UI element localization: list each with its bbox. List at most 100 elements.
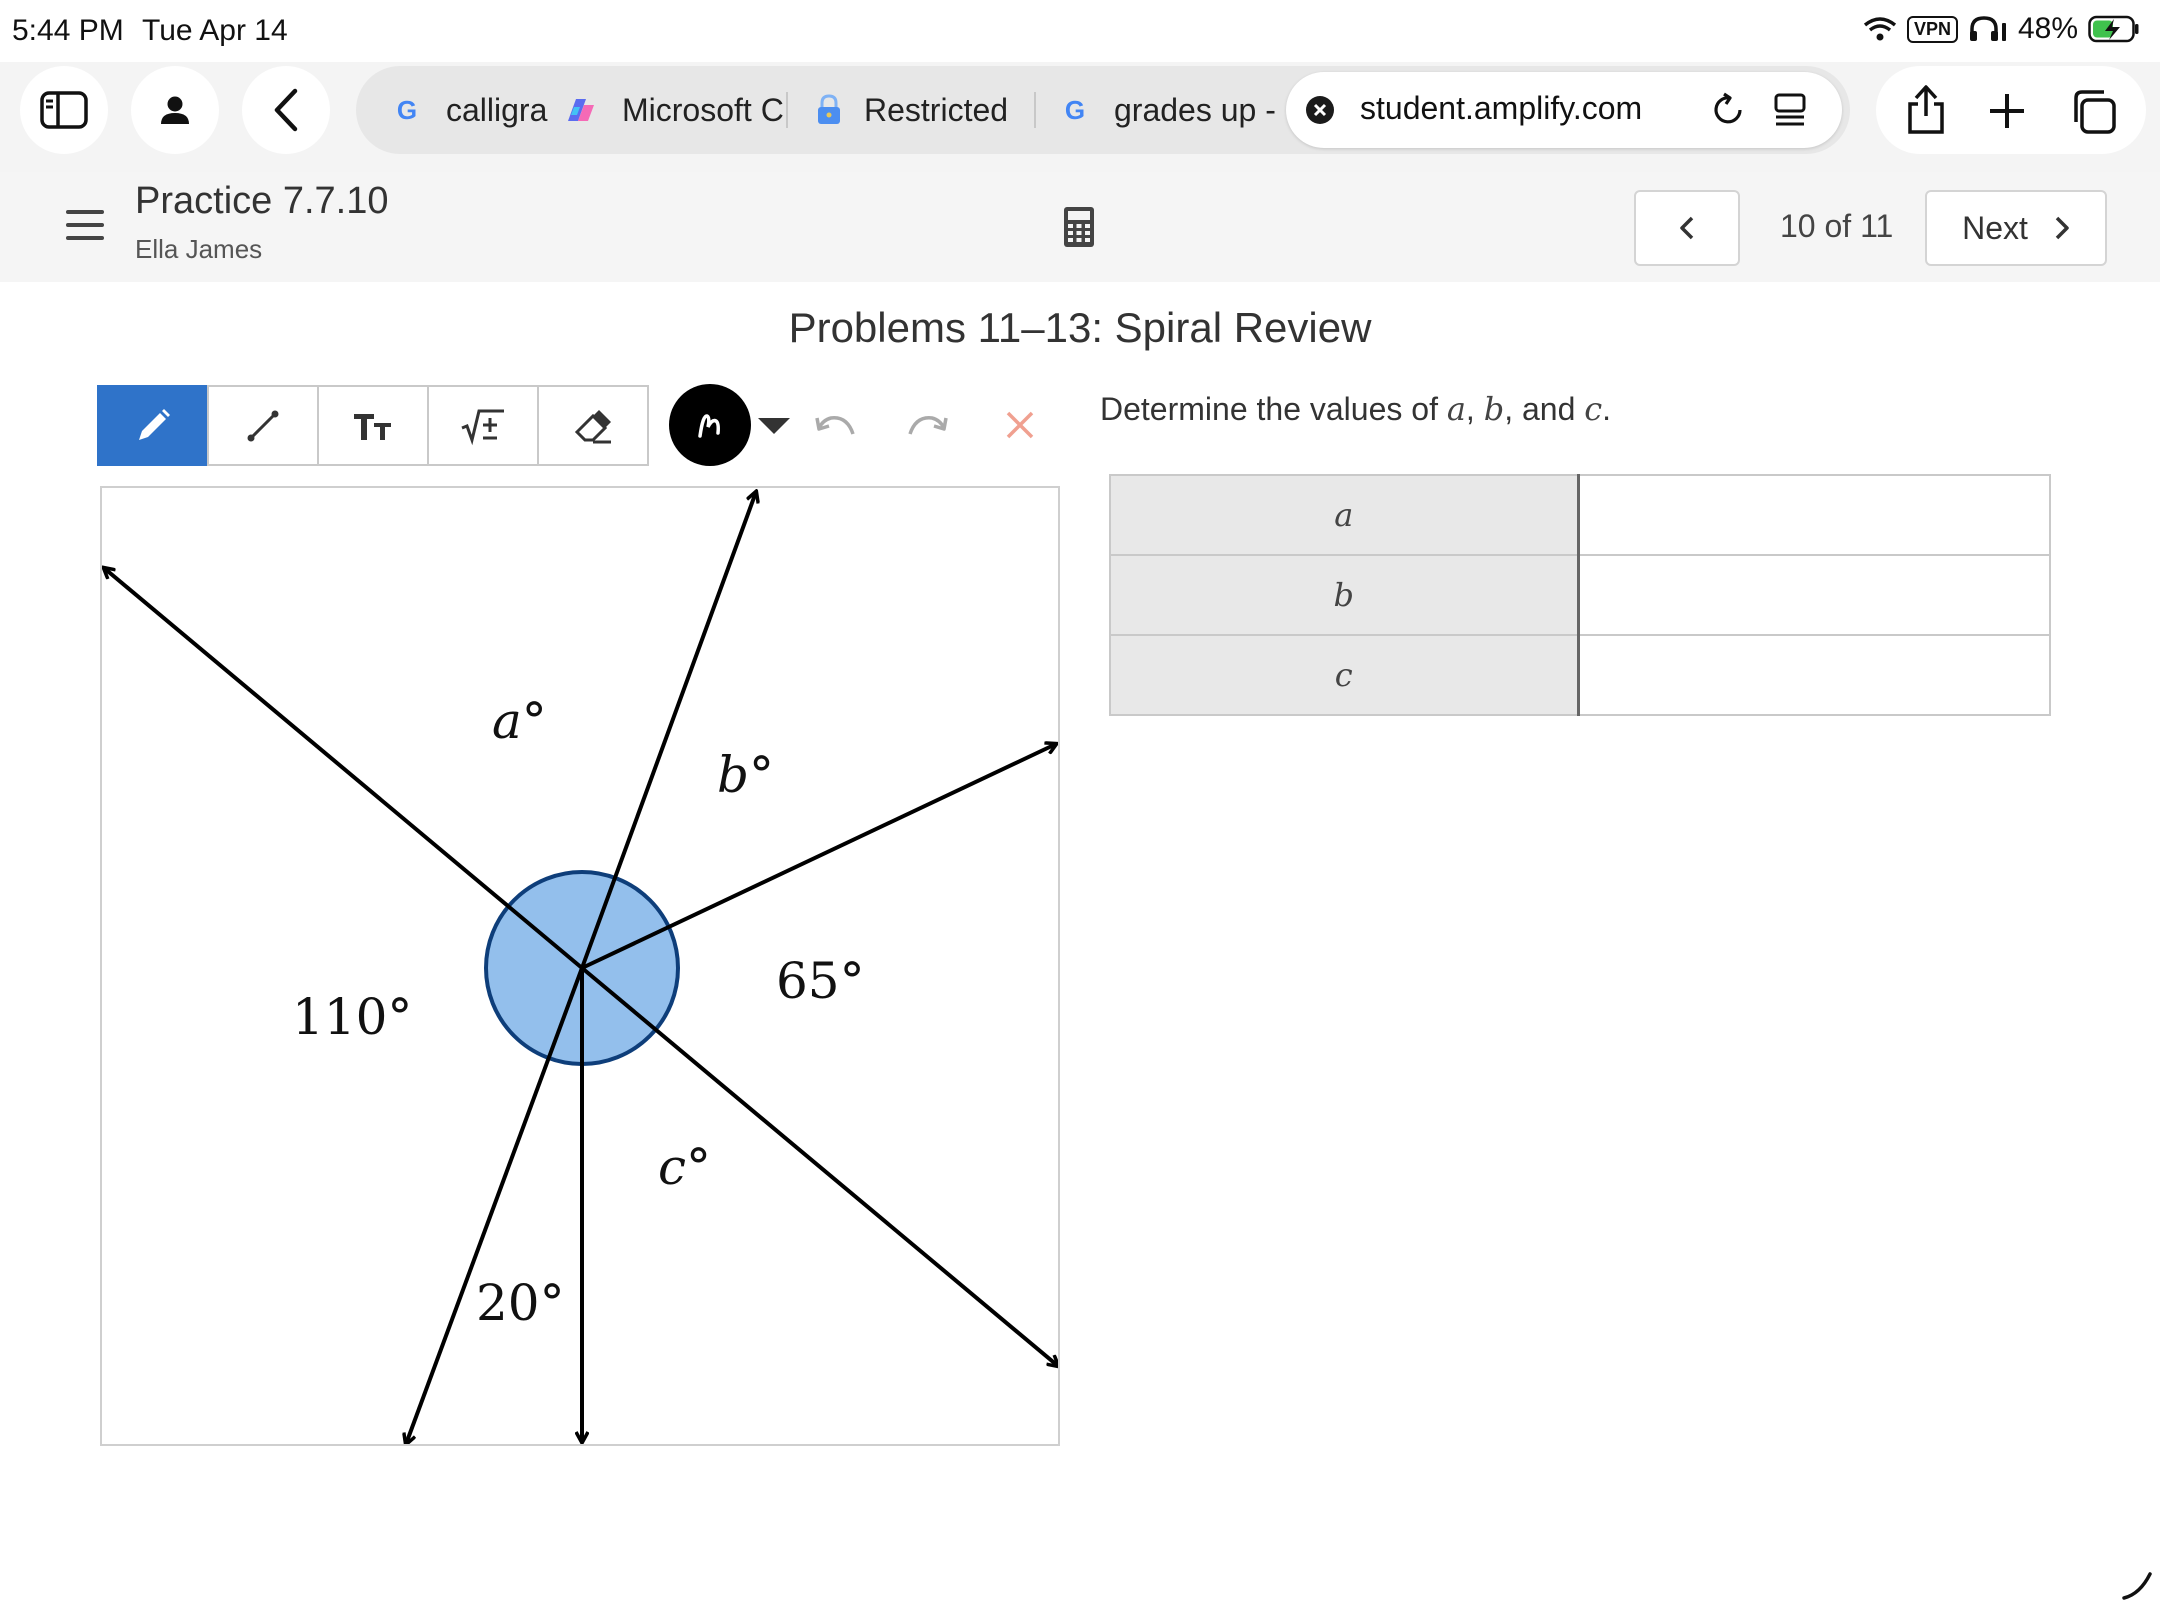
angle-label-c: c° [658,1138,711,1196]
back-button[interactable] [242,66,330,154]
redo-button[interactable] [897,400,957,450]
status-bar: 5:44 PM Tue Apr 14 VPN 48% [0,0,2160,62]
close-tab-icon[interactable] [1306,96,1334,124]
text-tool-button[interactable] [317,385,429,466]
copilot-icon [568,99,594,121]
line-segment-icon [247,410,279,441]
drawing-canvas[interactable]: a° b° c° 110° 65° 20° [100,486,1060,1446]
question-text: Determine the values of a, b, and c. [1100,390,1611,428]
angle-label-b: b° [717,746,774,804]
battery-icon [2088,15,2139,43]
tab-label: grades up - [1114,91,1276,128]
angle-label-a: a° [492,692,547,750]
pen-tool-button[interactable] [97,385,209,466]
lock-icon [818,94,840,124]
undo-button[interactable] [806,400,866,450]
pencil-icon [139,408,170,440]
browser-actions [1876,66,2146,154]
text-size-icon [354,413,391,440]
answer-input-a[interactable] [1577,474,2051,556]
google-g-icon: G [396,94,418,125]
chevron-left-icon [1680,216,1694,240]
tab-separator [1034,92,1036,128]
row-label-b: b [1109,554,1580,636]
table-row: c [1109,634,2051,716]
status-indicators: VPN 48% [1863,12,2140,46]
page-counter: 10 of 11 [1780,208,1894,244]
share-icon[interactable] [1904,82,1948,136]
sep-2: , and [1504,391,1576,427]
angle-label-65: 65° [776,952,865,1010]
new-tab-icon[interactable] [1988,92,2026,130]
table-row: b [1109,554,2051,636]
profile-button[interactable] [131,66,219,154]
ray-lower-right [580,966,1058,1366]
page-title: Practice 7.7.10 [135,180,389,222]
close-icon [1006,411,1034,439]
eraser-tool-button[interactable] [537,385,649,466]
reload-icon[interactable] [1710,92,1746,128]
person-icon [161,96,189,124]
line-tool-button[interactable] [207,385,319,466]
google-g-icon: G [1064,94,1086,125]
row-label-a: a [1109,474,1580,556]
row-label-c: c [1109,634,1580,716]
wifi-icon [1863,17,1897,41]
tab-label: calligra [446,91,548,128]
angle-label-110: 110° [292,988,412,1046]
clear-canvas-button[interactable] [990,400,1050,450]
tab-calligra[interactable]: G calligra [392,66,578,154]
redo-icon [908,416,948,435]
chevron-left-icon [274,88,298,132]
tab-microsoft[interactable]: Microsoft C [564,66,792,154]
var-c: c [1584,390,1603,428]
hamburger-menu-icon[interactable] [66,210,104,240]
var-a: a [1446,390,1466,428]
undo-icon [815,416,855,435]
tab-grades[interactable]: G grades up - [1060,66,1280,154]
angle-diagram: a° b° c° 110° 65° 20° [102,488,1058,1444]
answer-table: a b c [1109,474,2051,716]
calculator-icon[interactable] [1063,206,1095,248]
browser-toolbar: G calligra Microsoft C Restricted G grad… [0,62,2160,172]
url-text: student.amplify.com [1360,90,1643,126]
tab-label: Restricted [864,91,1009,128]
question-prefix: Determine the values of [1100,391,1438,427]
sidebar-toggle-button[interactable] [20,66,108,154]
active-tab[interactable]: student.amplify.com [1286,72,1842,148]
sidebar-icon [40,91,88,129]
ray-upper-left [104,568,584,970]
sep-1: , [1465,391,1475,427]
reader-mode-icon[interactable] [1772,92,1810,130]
square-root-icon [461,409,504,445]
next-button[interactable]: Next [1925,190,2107,266]
eraser-icon [574,409,611,443]
angle-label-20: 20° [476,1274,565,1332]
headphones-icon [1969,16,2006,41]
math-tool-button[interactable] [427,385,539,466]
tab-overview-icon[interactable] [2070,88,2118,136]
tab-label: Microsoft C [622,91,784,128]
next-label: Next [1962,209,2028,246]
previous-page-button[interactable] [1634,190,1740,266]
vpn-badge: VPN [1906,15,1958,43]
var-b: b [1483,390,1505,428]
answer-input-c[interactable] [1577,634,2051,716]
tab-restricted[interactable]: Restricted [816,66,1056,154]
answer-input-b[interactable] [1577,554,2051,636]
resize-handle-icon[interactable] [2122,1570,2152,1600]
student-name: Ella James [135,234,263,264]
question-suffix: . [1602,391,1612,427]
chevron-right-icon [2055,216,2069,240]
status-time: 5:44 PM [12,14,124,47]
drawing-toolbar [97,385,649,466]
app-header: Practice 7.7.10 Ella James 10 of 11 Next [0,172,2160,282]
tab-strip: G calligra Microsoft C Restricted G grad… [356,66,1850,154]
problem-title: Problems 11–13: Spiral Review [788,304,1372,351]
pen-options-dropdown-icon[interactable] [758,418,790,434]
pen-stroke-icon [698,414,720,438]
table-row: a [1109,474,2051,556]
status-date: Tue Apr 14 [142,14,288,47]
pen-color-button[interactable] [669,384,751,466]
tab-separator [786,92,788,128]
